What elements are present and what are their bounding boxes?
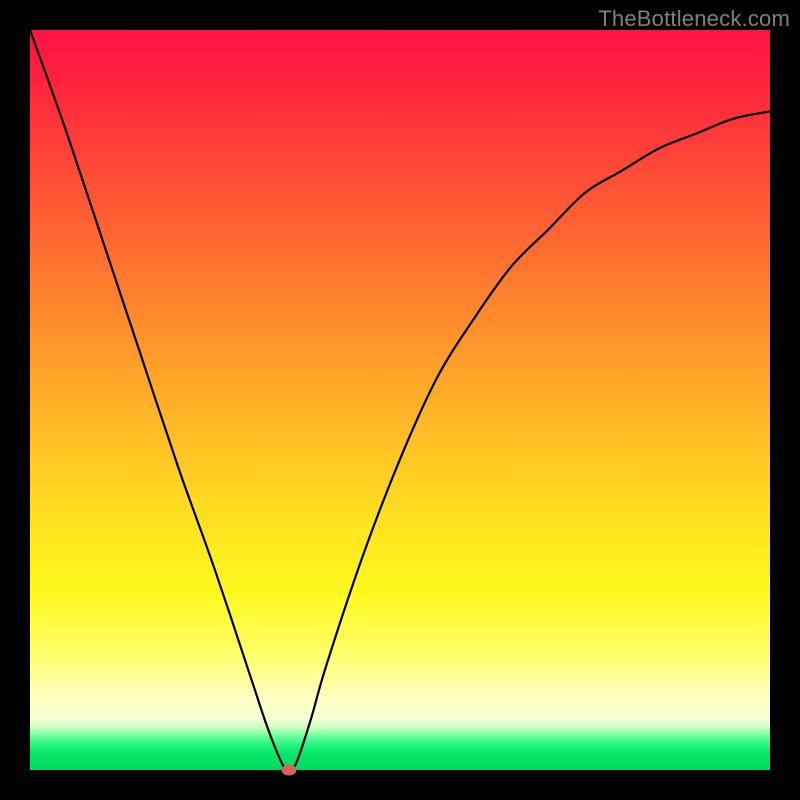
bottleneck-curve	[30, 30, 770, 770]
brand-watermark: TheBottleneck.com	[598, 6, 790, 32]
chart-frame: TheBottleneck.com	[0, 0, 800, 800]
plot-area	[30, 30, 770, 770]
minimum-marker	[282, 765, 297, 776]
